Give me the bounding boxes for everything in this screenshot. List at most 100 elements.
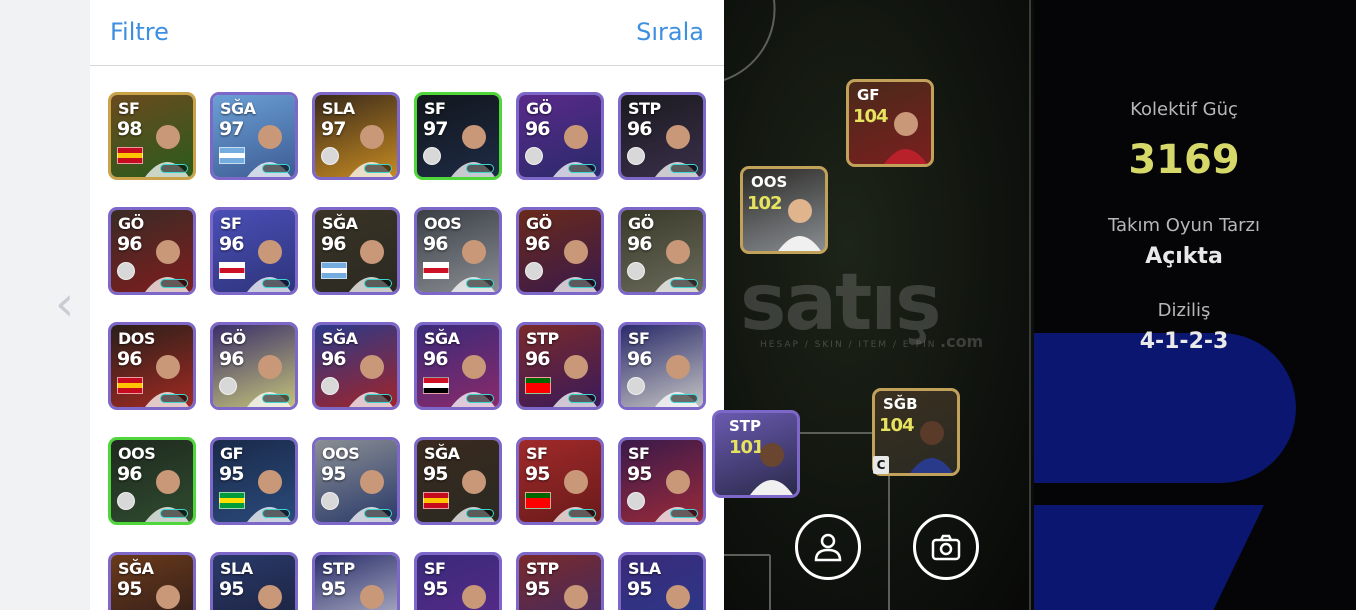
player-card[interactable]: STP 96 — [516, 322, 604, 410]
player-card[interactable]: GÖ 96 — [618, 207, 706, 295]
watermark-logo: satış — [740, 258, 942, 348]
card-rating: 97 — [219, 118, 244, 140]
style-value: Açıkta — [1145, 244, 1223, 269]
sort-button[interactable]: Sırala — [636, 18, 704, 46]
player-card[interactable]: SF 95 — [618, 437, 706, 525]
player-card[interactable]: GÖ 96 — [210, 322, 298, 410]
screenshot-button[interactable] — [913, 514, 979, 580]
card-position: SĞA — [322, 329, 358, 348]
team-flag-icon — [321, 492, 339, 510]
chevron-left-icon[interactable]: ‹ — [55, 280, 74, 328]
skill-dots-icon — [262, 394, 290, 403]
player-card[interactable]: SF 97 — [414, 92, 502, 180]
card-position: GÖ — [118, 214, 144, 233]
team-flag-icon — [525, 147, 543, 165]
player-card[interactable]: SF 95 — [414, 552, 502, 610]
card-position: SĞA — [220, 99, 256, 118]
player-card[interactable]: OOS 96 — [414, 207, 502, 295]
left-gutter: ‹ — [0, 0, 90, 610]
player-card[interactable]: GÖ 96 — [516, 92, 604, 180]
decor-shape — [1034, 505, 1264, 610]
card-position: GÖ — [526, 214, 552, 233]
player-portrait-icon — [258, 585, 282, 609]
formation-card[interactable]: OOS 102 — [740, 166, 828, 254]
player-card[interactable]: SF 98 — [108, 92, 196, 180]
card-position: OOS — [322, 444, 360, 463]
player-list-panel: Filtre Sırala SF 98 SĞA 97 SLA 97 SF 97 GÖ 96 STP 9… — [90, 0, 724, 610]
player-card[interactable]: STP 95 — [312, 552, 400, 610]
team-flag-icon — [117, 377, 143, 394]
card-rating: 96 — [627, 348, 652, 370]
skill-dots-icon — [466, 279, 494, 288]
filter-button[interactable]: Filtre — [110, 18, 169, 46]
player-card[interactable]: OOS 95 — [312, 437, 400, 525]
skill-dots-icon — [262, 509, 290, 518]
team-flag-icon — [627, 262, 645, 280]
team-flag-icon — [321, 147, 339, 165]
skill-dots-icon — [466, 394, 494, 403]
team-flag-icon — [219, 377, 237, 395]
card-position: GF — [220, 444, 244, 463]
card-position: GF — [857, 86, 880, 104]
card-position: SF — [424, 99, 446, 118]
skill-dots-icon — [670, 394, 698, 403]
player-card[interactable]: SLA 95 — [618, 552, 706, 610]
formation-card[interactable]: GF 104 — [846, 79, 934, 167]
player-card[interactable]: SLA 97 — [312, 92, 400, 180]
team-flag-icon — [525, 492, 551, 509]
card-rating: 98 — [117, 118, 142, 140]
card-position: SF — [526, 444, 548, 463]
player-card[interactable]: SF 96 — [210, 207, 298, 295]
player-card[interactable]: STP 95 — [516, 552, 604, 610]
player-card[interactable]: GÖ 96 — [516, 207, 604, 295]
skill-dots-icon — [568, 509, 596, 518]
profile-button[interactable] — [795, 514, 861, 580]
skill-dots-icon — [670, 279, 698, 288]
skill-dots-icon — [160, 509, 188, 518]
skill-dots-icon — [466, 509, 494, 518]
player-portrait-icon — [750, 443, 793, 495]
card-position: GÖ — [220, 329, 246, 348]
team-flag-icon — [321, 377, 339, 395]
player-card[interactable]: GF 95 — [210, 437, 298, 525]
team-flag-icon — [423, 147, 441, 165]
player-card[interactable]: SĞA 95 — [108, 552, 196, 610]
card-rating: 96 — [321, 233, 346, 255]
player-card[interactable]: SĞA 97 — [210, 92, 298, 180]
skill-dots-icon — [262, 279, 290, 288]
power-value: 3169 — [1128, 137, 1240, 183]
card-position: SĞB — [883, 395, 918, 413]
player-grid: SF 98 SĞA 97 SLA 97 SF 97 GÖ 96 STP 96 GÖ 96 SF 96 SĞA 96… — [108, 92, 706, 610]
card-rating: 95 — [117, 578, 142, 600]
card-rating: 95 — [423, 578, 448, 600]
player-card[interactable]: SĞA 96 — [312, 322, 400, 410]
formation-card[interactable]: STP 101 — [712, 410, 800, 498]
card-rating: 95 — [219, 578, 244, 600]
card-position: SF — [628, 444, 650, 463]
player-card[interactable]: OOS 96 — [108, 437, 196, 525]
skill-dots-icon — [568, 164, 596, 173]
card-rating: 97 — [423, 118, 448, 140]
player-portrait-icon — [778, 199, 821, 251]
team-flag-icon — [219, 492, 245, 509]
user-icon — [814, 533, 842, 562]
player-card[interactable]: SĞA 96 — [312, 207, 400, 295]
card-position: STP — [526, 329, 559, 348]
player-card[interactable]: SF 95 — [516, 437, 604, 525]
player-card[interactable]: SF 96 — [618, 322, 706, 410]
card-rating: 96 — [525, 348, 550, 370]
card-position: SF — [424, 559, 446, 578]
player-card[interactable]: SĞA 96 — [414, 322, 502, 410]
skill-dots-icon — [670, 164, 698, 173]
player-card[interactable]: DOS 96 — [108, 322, 196, 410]
style-label: Takım Oyun Tarzı — [1108, 215, 1260, 236]
player-card[interactable]: STP 96 — [618, 92, 706, 180]
team-flag-icon — [219, 262, 245, 279]
player-card[interactable]: GÖ 96 — [108, 207, 196, 295]
card-rating: 96 — [525, 233, 550, 255]
card-rating: 96 — [117, 463, 142, 485]
skill-dots-icon — [160, 164, 188, 173]
player-card[interactable]: SĞA 95 — [414, 437, 502, 525]
player-card[interactable]: SLA 95 — [210, 552, 298, 610]
player-portrait-icon — [884, 112, 927, 164]
